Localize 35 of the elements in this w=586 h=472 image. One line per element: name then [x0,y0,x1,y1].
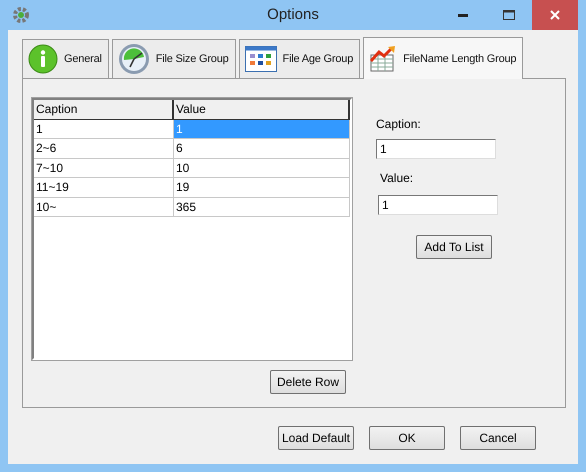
value-label: Value: [380,171,414,185]
caption-field[interactable]: 1 [376,139,496,159]
tab[interactable]: File Size Group [112,39,236,78]
value-field[interactable]: 1 [378,195,498,215]
column-header[interactable]: Value [174,100,350,120]
dialog-button[interactable]: Cancel [460,426,536,450]
close-button[interactable] [532,0,578,30]
clock-icon [118,43,150,75]
table-cell: 19 [174,178,350,198]
calendar-icon [244,46,277,72]
dialog-button[interactable]: Load Default [278,426,354,450]
close-icon [550,10,560,20]
tab[interactable]: File Age Group [238,39,360,78]
tab[interactable]: General [22,39,109,78]
table-cell: 1 [34,120,174,139]
tab[interactable]: FileName Length Group [363,37,524,79]
gear-icon [12,6,30,24]
delete-row-button[interactable]: Delete Row [270,370,346,394]
minimize-icon [458,14,468,16]
table-cell: 11~19 [34,178,174,198]
table-cell: 7~10 [34,158,174,178]
column-header[interactable]: Caption [34,100,174,120]
table-cell: 365 [174,198,350,217]
chart-table-icon [369,44,398,72]
add-to-list-button[interactable]: Add To List [416,235,492,259]
table-cell: 2~6 [34,139,174,158]
info-icon [28,44,58,74]
dialog-button[interactable]: OK [369,426,445,450]
table-cell: 6 [174,139,350,158]
window-title: Options [267,6,319,23]
caption-label: Caption: [376,117,422,131]
maximize-icon [503,10,515,20]
table-cell: 10~ [34,198,174,217]
table-cell: 10 [174,158,350,178]
table-cell: 1 [174,120,350,139]
